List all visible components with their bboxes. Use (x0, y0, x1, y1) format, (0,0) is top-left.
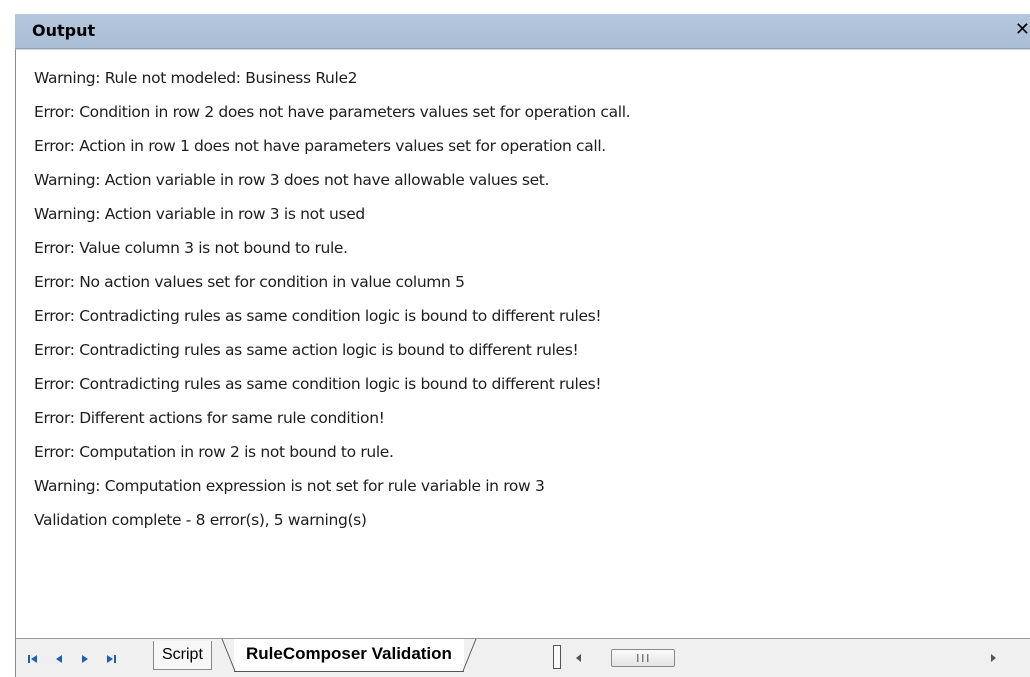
output-line: Error: Computation in row 2 is not bound… (34, 443, 394, 461)
output-line: Validation complete - 8 error(s), 5 warn… (34, 511, 367, 529)
first-tab-icon[interactable] (24, 649, 42, 669)
horizontal-scrollbar[interactable] (571, 649, 1001, 667)
output-line: Error: No action values set for conditio… (34, 273, 465, 291)
output-pane[interactable]: Warning: Rule not modeled: Business Rule… (15, 49, 1030, 641)
output-line: Warning: Action variable in row 3 does n… (34, 171, 550, 189)
scroll-left-icon[interactable] (571, 649, 587, 667)
output-line: Warning: Rule not modeled: Business Rule… (34, 69, 358, 87)
prev-tab-icon[interactable] (50, 649, 68, 669)
last-tab-icon[interactable] (102, 649, 120, 669)
next-tab-icon[interactable] (76, 649, 94, 669)
grip-icon (636, 654, 650, 664)
output-line: Error: Contradicting rules as same condi… (34, 307, 602, 325)
output-window: Output ✕ Warning: Rule not modeled: Busi… (0, 0, 1030, 677)
output-titlebar[interactable]: Output ✕ (15, 14, 1030, 49)
output-line: Error: Value column 3 is not bound to ru… (34, 239, 348, 257)
tab-rulecomposer-validation[interactable]: RuleComposer Validation (234, 639, 464, 672)
output-line: Error: Different actions for same rule c… (34, 409, 385, 427)
output-line: Warning: Action variable in row 3 is not… (34, 205, 365, 223)
output-lines: Warning: Rule not modeled: Business Rule… (34, 61, 631, 537)
close-icon[interactable]: ✕ (1015, 19, 1030, 40)
scroll-right-icon[interactable] (985, 649, 1001, 667)
tab-strip: Script RuleComposer Validation (15, 638, 1030, 677)
scrollbar-thumb[interactable] (611, 649, 675, 667)
output-line: Error: Action in row 1 does not have par… (34, 137, 606, 155)
output-line: Warning: Computation expression is not s… (34, 477, 545, 495)
tab-script[interactable]: Script (153, 641, 212, 670)
output-line: Error: Condition in row 2 does not have … (34, 103, 631, 121)
output-line: Error: Contradicting rules as same condi… (34, 375, 602, 393)
tab-splitter-handle[interactable] (553, 645, 561, 669)
window-title: Output (32, 21, 96, 40)
output-line: Error: Contradicting rules as same actio… (34, 341, 579, 359)
